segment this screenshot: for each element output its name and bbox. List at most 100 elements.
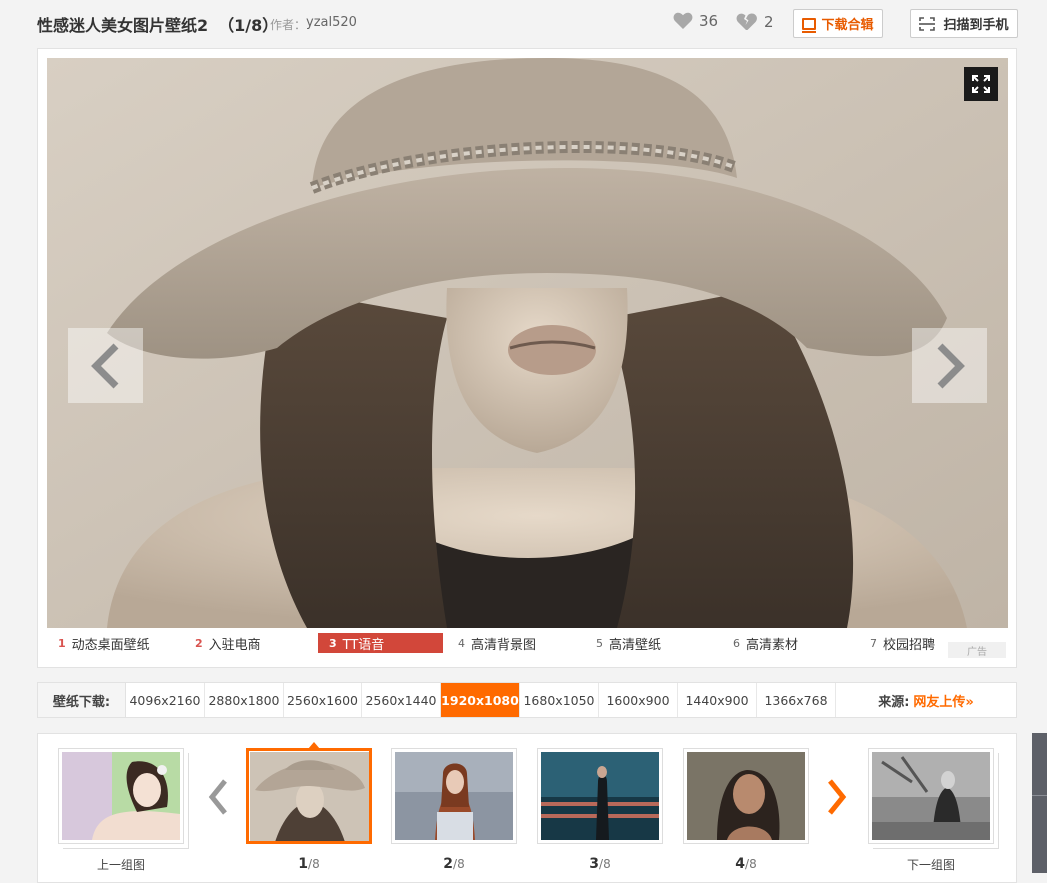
chevron-right-icon	[937, 343, 965, 388]
download-collection-label: 下载合辑	[821, 18, 874, 33]
source-info: 来源: 网友上传»	[836, 683, 1016, 717]
thumb-total: /8	[453, 857, 465, 871]
ad-link-5[interactable]: 5 高清壁纸	[585, 633, 722, 653]
thumb-frame	[246, 748, 372, 844]
next-group-thumb[interactable]: 下一组图	[868, 748, 994, 873]
main-photo[interactable]	[47, 58, 1008, 628]
thumb-caption: 1/8	[246, 856, 372, 872]
resolution-option[interactable]: 1366x768	[757, 683, 836, 717]
dislike-button[interactable]: 2	[736, 12, 774, 31]
chevron-left-icon	[90, 343, 118, 388]
scan-to-phone-button[interactable]: 扫描到手机	[910, 9, 1018, 38]
resolution-option[interactable]: 1600x900	[599, 683, 678, 717]
thumb-frame	[868, 748, 994, 844]
thumb-image	[250, 752, 369, 841]
next-image-button[interactable]	[912, 328, 987, 403]
thumb-1[interactable]: 1/8	[246, 748, 372, 872]
thumb-caption: 3/8	[537, 856, 663, 872]
thumb-frame	[58, 748, 184, 844]
wallpaper-download-bar: 壁纸下载: 4096x2160 2880x1800 2560x1600 2560…	[37, 682, 1017, 718]
like-button[interactable]: 36	[673, 12, 718, 30]
ad-link-1[interactable]: 1 动态桌面壁纸	[47, 633, 184, 653]
thumb-frame	[537, 748, 663, 844]
ad-link-number: 2	[195, 636, 203, 650]
thumb-frame	[391, 748, 517, 844]
thumb-index: 3	[589, 856, 600, 872]
like-count: 36	[699, 12, 719, 30]
thumb-frame	[683, 748, 809, 844]
thumb-4[interactable]: 4/8	[683, 748, 809, 872]
source-link[interactable]: 网友上传»	[913, 691, 973, 710]
fullscreen-icon	[972, 75, 990, 93]
resolution-option[interactable]: 2560x1440	[362, 683, 441, 717]
thumb-image	[62, 752, 180, 840]
ad-link-label: 高清壁纸	[609, 637, 662, 653]
thumb-3[interactable]: 3/8	[537, 748, 663, 872]
resolution-option-selected[interactable]: 1920x1080	[441, 683, 520, 717]
ad-badge-label: 广告	[967, 646, 987, 658]
ad-badge[interactable]: 广告	[948, 642, 1006, 658]
header: 性感迷人美女图片壁纸2 （1/8） 作者： yzal520 36 2 下载合辑 扫…	[0, 0, 1047, 46]
broken-heart-icon	[736, 13, 757, 30]
thumb-caption: 2/8	[391, 856, 517, 872]
ad-link-label: 校园招聘	[883, 637, 936, 653]
ad-link-number: 6	[733, 636, 740, 650]
ad-link-label: 入驻电商	[208, 637, 261, 653]
thumb-total: /8	[308, 857, 320, 871]
ad-link-number: 1	[58, 636, 66, 650]
ad-link-7[interactable]: 7 校园招聘	[859, 633, 959, 653]
author-label: 作者：	[270, 18, 307, 32]
resolution-option[interactable]: 1680x1050	[520, 683, 599, 717]
thumb-total: /8	[745, 857, 757, 871]
thumb-index: 4	[735, 856, 746, 872]
thumb-2[interactable]: 2/8	[391, 748, 517, 872]
resolution-option[interactable]: 2880x1800	[205, 683, 284, 717]
monitor-icon	[802, 17, 817, 33]
ad-link-6[interactable]: 6 高清素材	[722, 633, 859, 653]
ad-links-row: 1 动态桌面壁纸 2 入驻电商 3 TT语音 4 高清背景图 5 高清壁纸 6 高清素材 7…	[47, 632, 1008, 654]
chevron-right-icon	[828, 779, 847, 815]
ad-link-label: 动态桌面壁纸	[71, 637, 150, 653]
ad-link-3[interactable]: 3 TT语音	[318, 633, 443, 653]
side-float-tab[interactable]	[1032, 733, 1047, 873]
previous-image-button[interactable]	[68, 328, 143, 403]
thumb-caption: 4/8	[683, 856, 809, 872]
next-group-label: 下一组图	[906, 858, 955, 872]
main-photo-image	[47, 58, 1008, 628]
thumb-image	[541, 752, 659, 840]
previous-group-thumb[interactable]: 上一组图	[58, 748, 184, 873]
fullscreen-button[interactable]	[964, 67, 998, 101]
title-text: 性感迷人美女图片壁纸2	[37, 16, 209, 35]
ad-link-label: 高清背景图	[471, 637, 537, 653]
thumb-image	[395, 752, 513, 840]
dislike-count: 2	[764, 12, 774, 31]
thumb-index: 1	[298, 856, 309, 872]
resolution-option[interactable]: 1440x900	[678, 683, 757, 717]
thumb-total: /8	[599, 857, 611, 871]
thumb-image	[872, 752, 990, 840]
ad-link-number: 4	[458, 636, 465, 650]
scan-to-phone-label: 扫描到手机	[943, 18, 1009, 33]
thumbnail-strip: 上一组图 1/8 2/8 3/8 4/8 下一组图	[37, 733, 1017, 883]
thumbs-next-button[interactable]	[825, 774, 849, 820]
resolution-option[interactable]: 4096x2160	[126, 683, 205, 717]
download-collection-button[interactable]: 下载合辑	[793, 9, 883, 38]
previous-group-label: 上一组图	[96, 858, 145, 872]
ad-link-number: 7	[870, 636, 877, 650]
ad-link-number: 5	[596, 636, 603, 650]
thumbs-prev-button[interactable]	[206, 774, 230, 820]
download-label: 壁纸下载:	[38, 683, 126, 717]
thumb-image	[687, 752, 805, 840]
author-name[interactable]: yzal520	[306, 15, 357, 30]
ad-link-2[interactable]: 2 入驻电商	[184, 633, 318, 653]
ad-link-number: 3	[329, 636, 337, 650]
source-label: 来源:	[878, 694, 910, 710]
thumb-index: 2	[443, 856, 454, 872]
ad-link-label: TT语音	[342, 637, 385, 653]
scan-icon	[919, 16, 936, 31]
chevron-left-icon	[208, 779, 227, 815]
page-title: 性感迷人美女图片壁纸2 （1/8）	[37, 12, 278, 36]
ad-link-4[interactable]: 4 高清背景图	[447, 633, 585, 653]
ad-link-label: 高清素材	[746, 637, 799, 653]
resolution-option[interactable]: 2560x1600	[284, 683, 362, 717]
